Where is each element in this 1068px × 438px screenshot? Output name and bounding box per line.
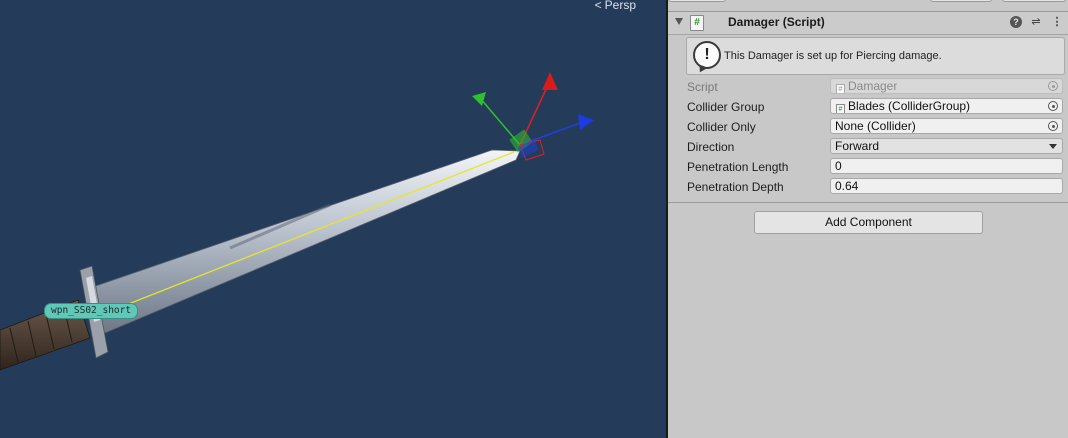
- preset-sliders-icon[interactable]: ⇌: [1030, 16, 1042, 28]
- penetration-length-input[interactable]: 0: [830, 158, 1063, 174]
- kebab-menu-icon[interactable]: ⋮: [1051, 16, 1063, 28]
- direction-dropdown[interactable]: Forward: [830, 138, 1063, 154]
- object-picker-icon[interactable]: [1048, 121, 1058, 131]
- direction-value: Forward: [835, 139, 880, 153]
- sword-blade[interactable]: [89, 149, 521, 336]
- top-button-left[interactable]: [668, 0, 726, 2]
- script-field: # Damager: [830, 78, 1063, 94]
- field-row-collider-only: Collider Only None (Collider): [668, 117, 1068, 137]
- field-row-penetration-length: Penetration Length 0: [668, 157, 1068, 177]
- inspector-top-buttons: [668, 0, 1068, 2]
- info-exclamation-icon: !: [693, 41, 721, 69]
- collider-only-label: Collider Only: [687, 120, 756, 134]
- dropdown-arrow-icon: [1049, 144, 1057, 149]
- field-row-direction: Direction Forward: [668, 137, 1068, 157]
- section-divider: [668, 202, 1068, 203]
- add-component-button[interactable]: Add Component: [754, 211, 983, 234]
- top-button-middle[interactable]: [930, 0, 992, 2]
- scene-view[interactable]: < Persp wpn_SS02_short: [0, 0, 666, 438]
- script-hash-icon: #: [836, 84, 845, 93]
- help-box-text: This Damager is set up for Piercing dama…: [724, 50, 942, 62]
- script-label: Script: [687, 80, 718, 94]
- component-header[interactable]: # Damager (Script) ? ⇌ ⋮: [668, 11, 1068, 35]
- collider-group-label: Collider Group: [687, 100, 765, 114]
- script-hash-icon: #: [690, 15, 704, 31]
- transform-gizmo[interactable]: [472, 72, 594, 161]
- top-button-right[interactable]: [1002, 0, 1066, 2]
- penetration-depth-label: Penetration Depth: [687, 180, 784, 194]
- collider-only-field[interactable]: None (Collider): [830, 118, 1063, 134]
- object-picker-icon[interactable]: [1048, 101, 1058, 111]
- collider-group-field[interactable]: # Blades (ColliderGroup): [830, 98, 1063, 114]
- collider-only-value: None (Collider): [835, 119, 916, 133]
- script-hash-icon: #: [836, 104, 845, 113]
- field-row-script: Script # Damager: [668, 77, 1068, 97]
- foldout-arrow-icon[interactable]: [675, 18, 683, 25]
- field-row-penetration-depth: Penetration Depth 0.64: [668, 177, 1068, 197]
- projection-toggle[interactable]: < Persp: [595, 0, 636, 12]
- object-name-label[interactable]: wpn_SS02_short: [44, 303, 139, 319]
- collider-group-value: Blades (ColliderGroup): [848, 99, 971, 113]
- script-value: Damager: [848, 79, 898, 93]
- help-icon[interactable]: ?: [1010, 16, 1022, 28]
- scene-render: [0, 72, 594, 371]
- field-row-collider-group: Collider Group # Blades (ColliderGroup): [668, 97, 1068, 117]
- inspector-panel: # Damager (Script) ? ⇌ ⋮ ! This Damager …: [668, 0, 1068, 438]
- object-picker-icon: [1048, 81, 1058, 91]
- perspective-icon: <: [594, 0, 602, 12]
- component-title: Damager (Script): [728, 15, 825, 29]
- penetration-length-label: Penetration Length: [687, 160, 789, 174]
- penetration-depth-input[interactable]: 0.64: [830, 178, 1063, 194]
- help-box: ! This Damager is set up for Piercing da…: [686, 37, 1065, 75]
- direction-label: Direction: [687, 140, 735, 154]
- projection-label: Persp: [604, 0, 636, 12]
